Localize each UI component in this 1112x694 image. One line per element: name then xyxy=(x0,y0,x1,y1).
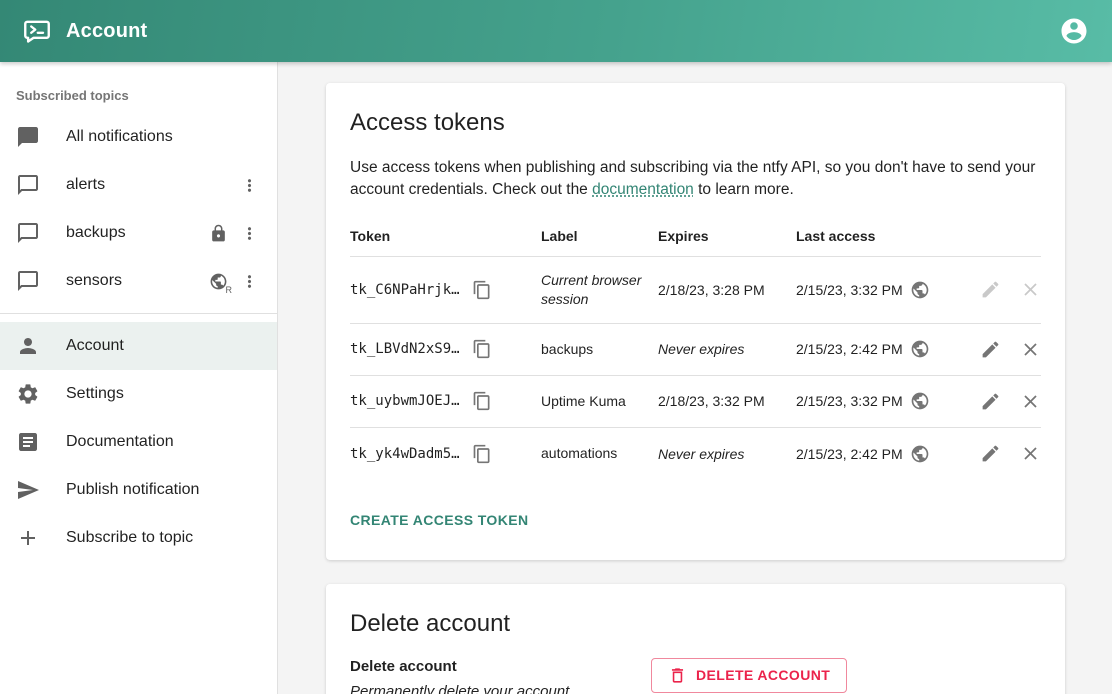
sidebar-item-label: Subscribe to topic xyxy=(66,529,261,547)
close-icon[interactable] xyxy=(1020,339,1041,360)
sidebar-item-label: Account xyxy=(66,337,261,355)
close-icon xyxy=(1020,279,1041,300)
edit-icon[interactable] xyxy=(980,339,1001,360)
table-header-row: Token Label Expires Last access xyxy=(350,222,1041,257)
label-cell: automations xyxy=(541,444,658,463)
sidebar-divider xyxy=(0,313,277,314)
edit-icon[interactable] xyxy=(980,443,1001,464)
sidebar-item-alerts[interactable]: alerts xyxy=(0,161,277,209)
more-vert-icon[interactable] xyxy=(237,173,261,197)
globe-icon xyxy=(910,444,930,464)
col-expires: Expires xyxy=(658,228,796,244)
more-vert-icon[interactable] xyxy=(237,269,261,293)
last-access-cell: 2/15/23, 3:32 PM xyxy=(796,391,956,411)
documentation-link[interactable]: documentation xyxy=(592,181,694,198)
sidebar-item-label: All notifications xyxy=(66,128,261,146)
article-icon xyxy=(16,430,40,454)
page-title: Account xyxy=(66,20,147,43)
chat-outline-icon xyxy=(16,221,40,245)
trash-icon xyxy=(668,666,687,685)
create-access-token-button[interactable]: CREATE ACCESS TOKEN xyxy=(350,506,528,534)
app-header: Account xyxy=(0,0,1112,62)
gear-icon xyxy=(16,382,40,406)
sidebar-item-label: Publish notification xyxy=(66,481,261,499)
expires-cell: Never expires xyxy=(658,446,796,462)
sidebar-item-settings[interactable]: Settings xyxy=(0,370,277,418)
copy-icon[interactable] xyxy=(472,280,492,300)
copy-icon[interactable] xyxy=(472,444,492,464)
sidebar-item-account[interactable]: Account xyxy=(0,322,277,370)
plus-icon xyxy=(16,526,40,550)
col-label: Label xyxy=(541,228,658,244)
account-circle-icon[interactable] xyxy=(1058,15,1090,47)
sidebar-item-sensors[interactable]: sensors R xyxy=(0,257,277,305)
token-cell: tk_uybwmJOEJ… xyxy=(350,391,541,411)
access-tokens-description: Use access tokens when publishing and su… xyxy=(350,157,1040,202)
label-cell: Uptime Kuma xyxy=(541,392,658,411)
sidebar-item-backups[interactable]: backups xyxy=(0,209,277,257)
copy-icon[interactable] xyxy=(472,391,492,411)
access-tokens-title: Access tokens xyxy=(350,109,1041,137)
table-row: tk_yk4wDadm5… automations Never expires … xyxy=(350,428,1041,480)
globe-reservation-icon: R xyxy=(206,269,230,293)
token-cell: tk_C6NPaHrjk… xyxy=(350,280,541,300)
sidebar: Subscribed topics All notifications aler… xyxy=(0,62,278,694)
row-actions xyxy=(956,339,1041,360)
table-row: tk_LBVdN2xS9… backups Never expires 2/15… xyxy=(350,324,1041,376)
sidebar-item-all-notifications[interactable]: All notifications xyxy=(0,113,277,161)
expires-cell: 2/18/23, 3:28 PM xyxy=(658,282,796,298)
sidebar-item-publish-notification[interactable]: Publish notification xyxy=(0,466,277,514)
access-tokens-card: Access tokens Use access tokens when pub… xyxy=(326,83,1065,560)
close-icon[interactable] xyxy=(1020,443,1041,464)
label-cell: backups xyxy=(541,340,658,359)
delete-account-description: Permanently delete your account xyxy=(350,683,651,694)
col-token: Token xyxy=(350,228,541,244)
ntfy-logo-icon xyxy=(22,16,52,46)
main-content: Access tokens Use access tokens when pub… xyxy=(278,62,1112,694)
expires-cell: Never expires xyxy=(658,341,796,357)
table-row: tk_C6NPaHrjk… Current browser session 2/… xyxy=(350,257,1041,324)
sidebar-item-label: sensors xyxy=(66,272,206,290)
sidebar-item-label: Documentation xyxy=(66,433,261,451)
chat-outline-icon xyxy=(16,173,40,197)
chat-filled-icon xyxy=(16,125,40,149)
token-cell: tk_yk4wDadm5… xyxy=(350,444,541,464)
table-row: tk_uybwmJOEJ… Uptime Kuma 2/18/23, 3:32 … xyxy=(350,376,1041,428)
last-access-cell: 2/15/23, 2:42 PM xyxy=(796,339,956,359)
last-access-cell: 2/15/23, 2:42 PM xyxy=(796,444,956,464)
sidebar-item-label: backups xyxy=(66,224,206,242)
access-tokens-table: Token Label Expires Last access tk_C6NPa… xyxy=(350,222,1041,480)
sidebar-item-documentation[interactable]: Documentation xyxy=(0,418,277,466)
globe-icon xyxy=(910,280,930,300)
lock-icon xyxy=(206,221,230,245)
delete-account-button[interactable]: DELETE ACCOUNT xyxy=(651,658,847,693)
delete-account-card: Delete account Delete account Permanentl… xyxy=(326,584,1065,694)
edit-icon[interactable] xyxy=(980,391,1001,412)
delete-account-title: Delete account xyxy=(350,610,1041,638)
globe-icon xyxy=(910,391,930,411)
subscribed-topics-label: Subscribed topics xyxy=(0,76,277,113)
copy-icon[interactable] xyxy=(472,339,492,359)
expires-cell: 2/18/23, 3:32 PM xyxy=(658,393,796,409)
edit-icon xyxy=(980,279,1001,300)
chat-outline-icon xyxy=(16,269,40,293)
close-icon[interactable] xyxy=(1020,391,1041,412)
sidebar-item-label: alerts xyxy=(66,176,230,194)
last-access-cell: 2/15/23, 3:32 PM xyxy=(796,280,956,300)
row-actions xyxy=(956,391,1041,412)
col-last-access: Last access xyxy=(796,228,956,244)
sidebar-item-label: Settings xyxy=(66,385,261,403)
delete-account-subtitle: Delete account xyxy=(350,658,651,675)
label-cell: Current browser session xyxy=(541,271,658,309)
token-cell: tk_LBVdN2xS9… xyxy=(350,339,541,359)
person-icon xyxy=(16,334,40,358)
row-actions xyxy=(956,279,1041,300)
row-actions xyxy=(956,443,1041,464)
more-vert-icon[interactable] xyxy=(237,221,261,245)
globe-icon xyxy=(910,339,930,359)
send-icon xyxy=(16,478,40,502)
sidebar-item-subscribe-to-topic[interactable]: Subscribe to topic xyxy=(0,514,277,562)
